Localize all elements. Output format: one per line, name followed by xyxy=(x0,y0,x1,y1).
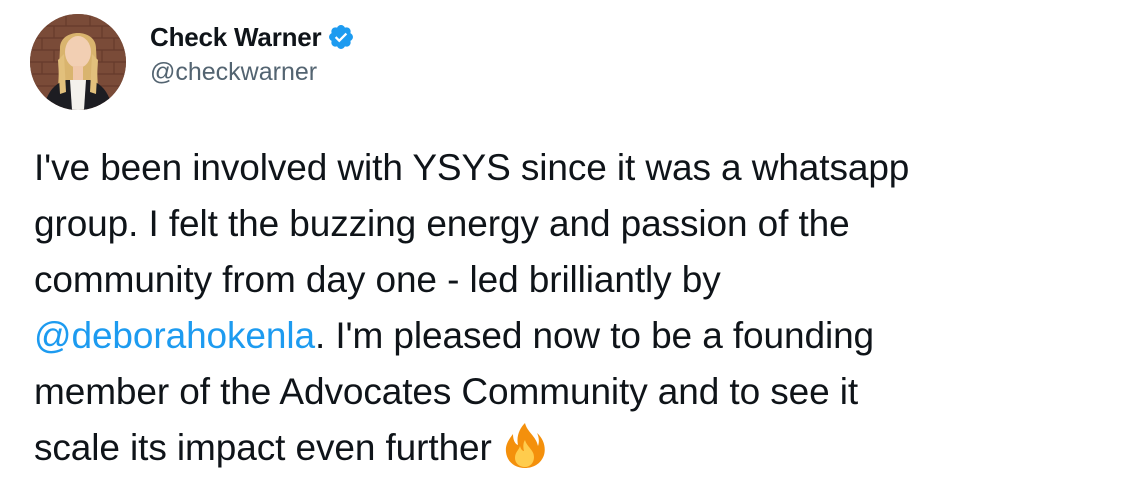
tweet-line: member of the Advocates Community and to… xyxy=(34,371,859,412)
tweet-line-text: scale its impact even further xyxy=(34,427,492,468)
tweet-line: I've been involved with YSYS since it wa… xyxy=(34,147,910,188)
mention-link[interactable]: @deborahokenla xyxy=(34,315,315,356)
name-row: Check Warner xyxy=(150,22,355,52)
fire-emoji-icon xyxy=(500,420,550,470)
tweet-card: Check Warner @checkwarner I've been invo… xyxy=(0,0,1126,492)
author-display-name[interactable]: Check Warner xyxy=(150,22,322,52)
tweet-line: @deborahokenla. I'm pleased now to be a … xyxy=(34,308,1119,364)
tweet-text: I've been involved with YSYS since it wa… xyxy=(34,140,1119,476)
tweet-line: community from day one - led brilliantly… xyxy=(34,259,721,300)
tweet-line: scale its impact even further xyxy=(34,420,1119,476)
author-handle[interactable]: @checkwarner xyxy=(150,56,355,88)
tweet-header: Check Warner @checkwarner xyxy=(30,14,355,110)
author-names: Check Warner @checkwarner xyxy=(150,22,355,88)
tweet-line: group. I felt the buzzing energy and pas… xyxy=(34,203,850,244)
avatar[interactable] xyxy=(30,14,126,110)
tweet-line-rest: . I'm pleased now to be a founding xyxy=(314,315,875,356)
verified-badge-icon xyxy=(327,23,355,51)
avatar-photo xyxy=(30,14,126,110)
